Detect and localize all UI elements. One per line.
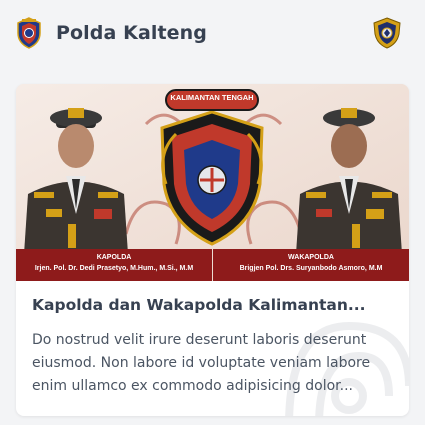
app-title: Polda Kalteng (56, 22, 207, 44)
app-header: Polda Kalteng (0, 0, 425, 66)
wakapolda-caption: WAKAPOLDA Brigjen Pol. Drs. Suryanbodo A… (213, 249, 409, 281)
news-excerpt: Do nostrud velit irure deserunt laboris … (32, 332, 371, 394)
kapolda-name: Irjen. Pol. Dr. Dedi Prasetyo, M.Hum., M… (34, 265, 194, 272)
polda-kalteng-emblem-icon[interactable] (16, 17, 42, 49)
banner-badge-text: KALIMANTAN TENGAH (170, 93, 254, 102)
news-banner-image[interactable]: KALIMANTAN TENGAH KAPOLDA Irjen. Pol. Dr… (16, 84, 409, 281)
news-card[interactable]: KALIMANTAN TENGAH KAPOLDA Irjen. Pol. Dr… (16, 84, 409, 416)
wakapolda-role: WAKAPOLDA (288, 254, 334, 261)
wakapolda-name: Brigjen Pol. Drs. Suryanbodo Asmoro, M.M (239, 265, 383, 272)
polri-badge-icon[interactable] (373, 17, 401, 49)
news-title[interactable]: Kapolda dan Wakapolda Kalimantan... (32, 296, 392, 314)
kapolda-caption: KAPOLDA Irjen. Pol. Dr. Dedi Prasetyo, M… (16, 249, 212, 281)
kapolda-role: KAPOLDA (96, 254, 132, 261)
